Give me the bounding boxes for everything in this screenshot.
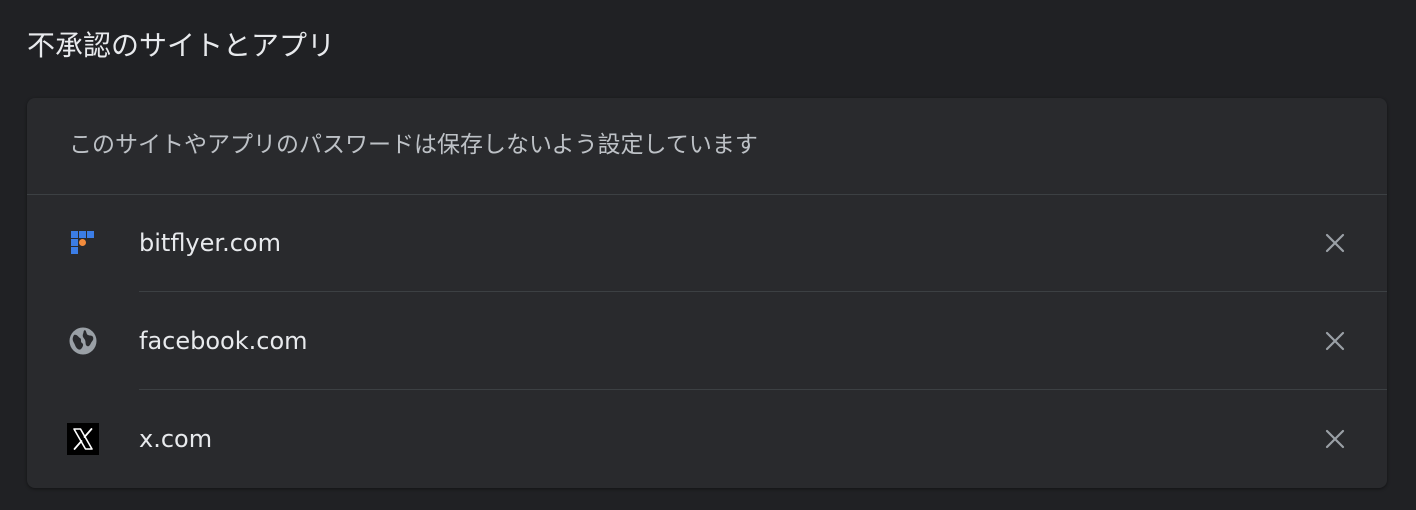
site-name: facebook.com <box>139 327 308 355</box>
close-icon <box>1325 331 1345 351</box>
card-description: このサイトやアプリのパスワードは保存しないよう設定しています <box>69 132 758 158</box>
remove-bitflyer-button[interactable] <box>1315 223 1355 263</box>
site-name: x.com <box>139 425 213 453</box>
settings-page: 不承認のサイトとアプリ このサイトやアプリのパスワードは保存しないよう設定してい… <box>0 0 1416 510</box>
row-divider <box>139 389 1387 390</box>
section-title: 不承認のサイトとアプリ <box>27 29 336 62</box>
row-divider <box>139 291 1387 292</box>
blocked-sites-card: このサイトやアプリのパスワードは保存しないよう設定しています bitflyer.… <box>27 98 1387 488</box>
site-name: bitflyer.com <box>139 229 281 257</box>
list-item: x.com <box>27 391 1387 488</box>
remove-x-button[interactable] <box>1315 419 1355 459</box>
close-icon <box>1325 429 1345 449</box>
x-logo-icon <box>67 423 99 455</box>
remove-facebook-button[interactable] <box>1315 321 1355 361</box>
globe-icon <box>67 325 99 357</box>
list-item: facebook.com <box>27 293 1387 390</box>
close-icon <box>1325 233 1345 253</box>
list-item: bitflyer.com <box>27 195 1387 292</box>
bitflyer-logo-icon <box>67 227 99 259</box>
